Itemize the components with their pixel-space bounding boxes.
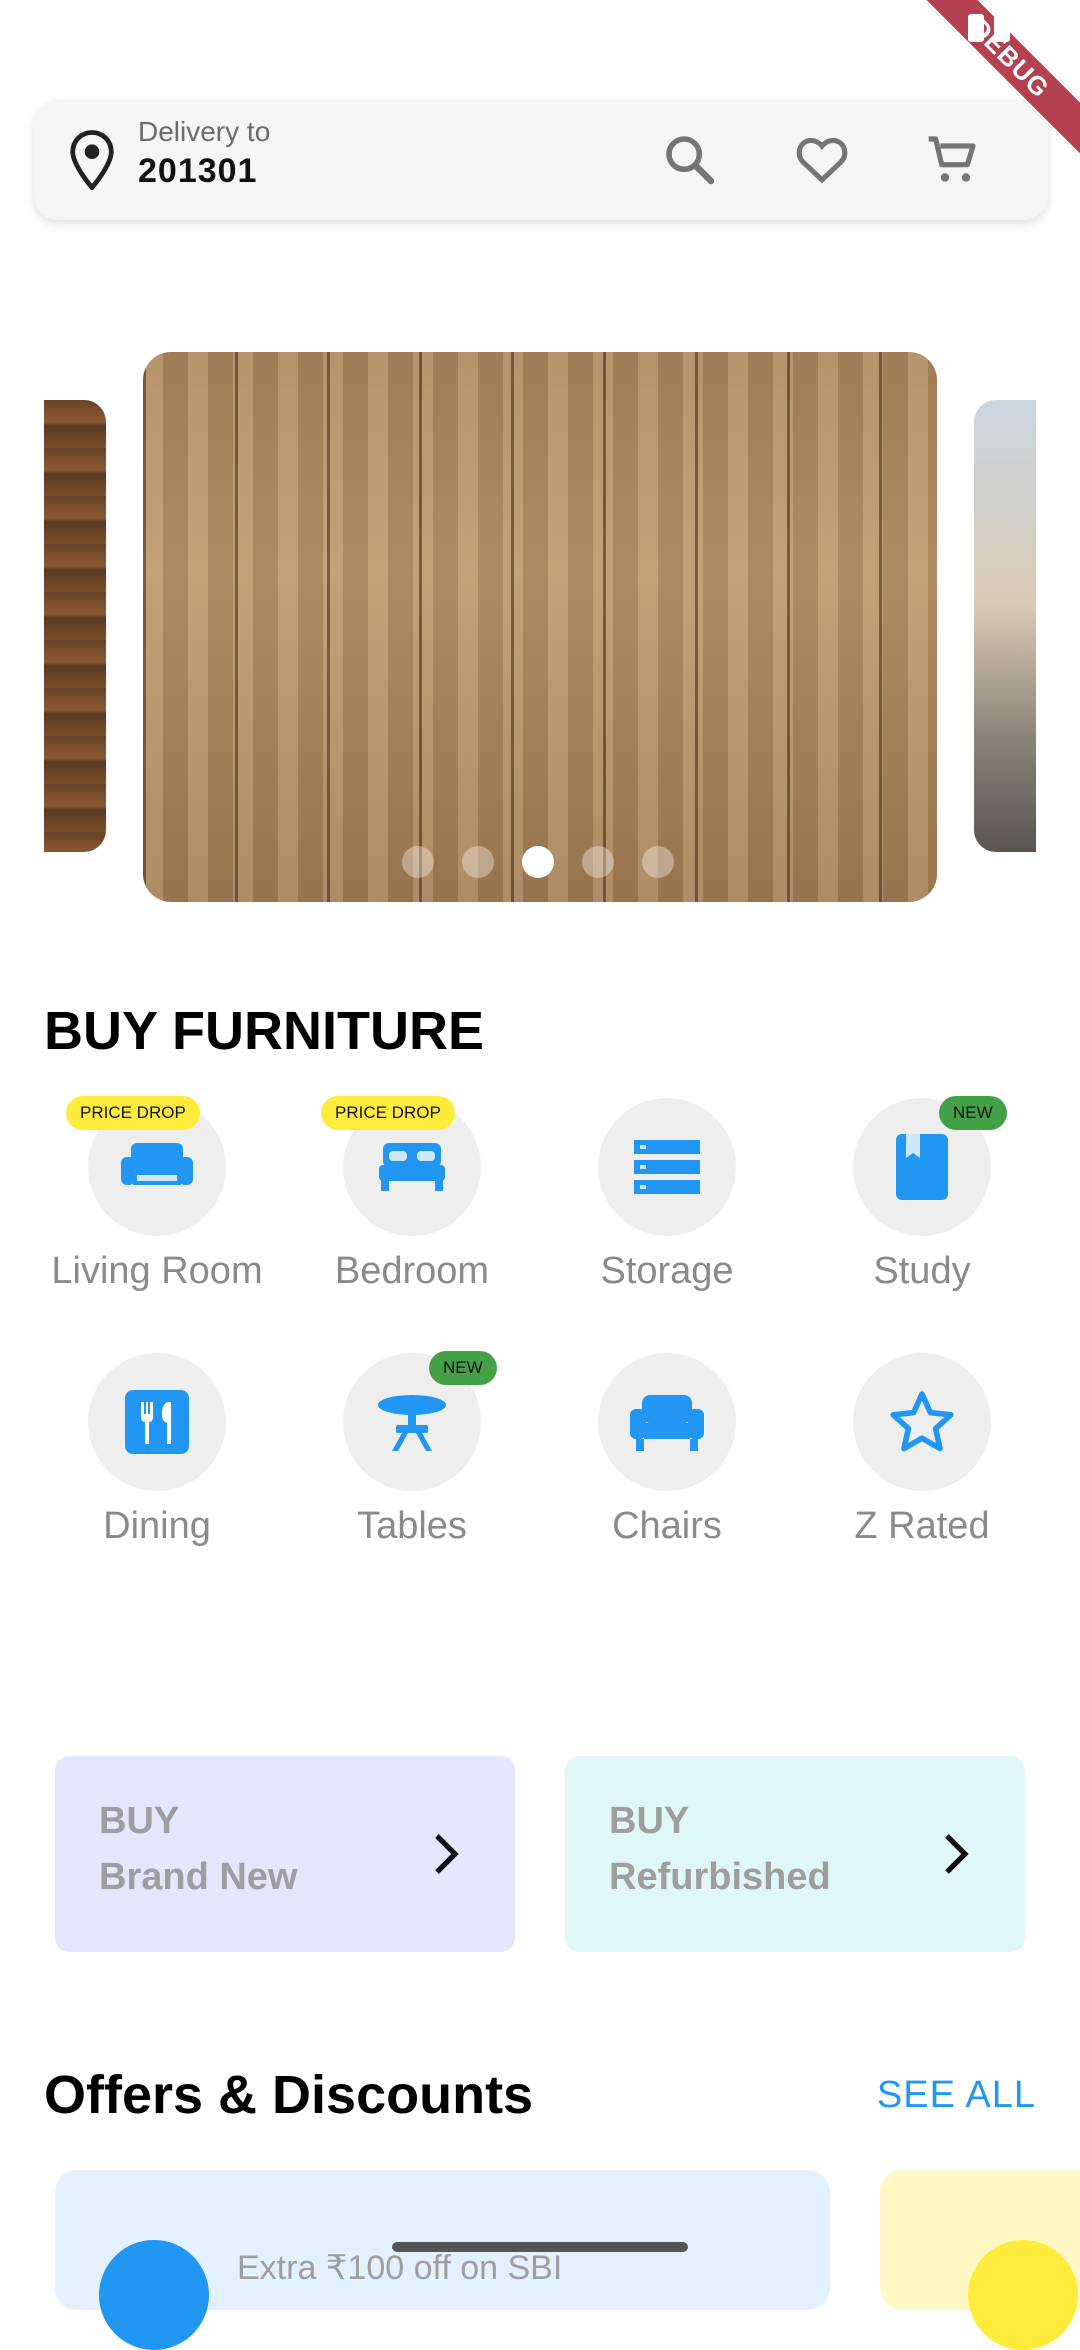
carousel-dot-active[interactable] bbox=[522, 846, 554, 878]
price-drop-badge: PRICE DROP bbox=[66, 1096, 200, 1130]
offer-card[interactable] bbox=[880, 2170, 1080, 2350]
carousel-dot[interactable] bbox=[462, 846, 494, 878]
carousel-prev-slide[interactable] bbox=[44, 400, 106, 852]
storage-icon bbox=[634, 1140, 700, 1194]
category-icon-circle bbox=[598, 1353, 736, 1491]
delivery-pincode[interactable]: 201301 bbox=[138, 152, 257, 191]
offer-card[interactable]: Extra ₹100 off on SBI bbox=[55, 2170, 830, 2350]
category-label: Z Rated bbox=[854, 1505, 990, 1547]
buy-brand-new-card[interactable]: BUY Brand New bbox=[55, 1756, 515, 1952]
cart-icon[interactable] bbox=[924, 132, 980, 188]
home-indicator[interactable] bbox=[392, 2242, 688, 2252]
sofa-icon bbox=[121, 1143, 193, 1185]
category-storage[interactable]: Storage bbox=[540, 1098, 794, 1328]
new-badge: NEW bbox=[939, 1096, 1007, 1130]
category-bedroom[interactable]: PRICE DROP Bedroom bbox=[285, 1096, 539, 1328]
carousel-dot[interactable] bbox=[642, 846, 674, 878]
chair-icon bbox=[630, 1395, 704, 1451]
category-icon-circle bbox=[598, 1098, 736, 1236]
carousel-next-slide[interactable] bbox=[974, 400, 1036, 852]
new-badge: NEW bbox=[429, 1351, 497, 1385]
offer-text: Extra ₹100 off on SBI bbox=[237, 2249, 563, 2287]
buy-card-label: BUY bbox=[609, 1800, 690, 1842]
category-label: Chairs bbox=[612, 1505, 722, 1547]
star-icon bbox=[890, 1391, 954, 1452]
category-label: Storage bbox=[600, 1250, 734, 1292]
dining-icon bbox=[125, 1390, 189, 1454]
carousel-slide-wood[interactable] bbox=[143, 352, 937, 902]
offers-title: Offers & Discounts bbox=[44, 2065, 534, 2125]
buy-card-label: BUY bbox=[99, 1800, 180, 1842]
category-icon-circle bbox=[88, 1353, 226, 1491]
chevron-right-icon bbox=[435, 1834, 459, 1874]
category-z-rated[interactable]: Z Rated bbox=[795, 1353, 1049, 1583]
category-icon-circle bbox=[853, 1353, 991, 1491]
delivery-label: Delivery to bbox=[138, 116, 271, 147]
see-all-link[interactable]: SEE ALL bbox=[877, 2074, 1036, 2117]
buy-card-subtitle: Refurbished bbox=[609, 1856, 831, 1898]
buy-refurbished-card[interactable]: BUY Refurbished bbox=[565, 1756, 1025, 1952]
bed-icon bbox=[379, 1143, 445, 1191]
category-label: Dining bbox=[103, 1505, 211, 1547]
category-living-room[interactable]: PRICE DROP Living Room bbox=[30, 1096, 284, 1328]
category-label: Study bbox=[873, 1250, 971, 1292]
card-icon bbox=[99, 2240, 209, 2350]
carousel-dot[interactable] bbox=[582, 846, 614, 878]
buy-card-subtitle: Brand New bbox=[99, 1856, 298, 1898]
chevron-right-icon bbox=[945, 1834, 969, 1874]
category-tables[interactable]: NEW Tables bbox=[285, 1351, 539, 1583]
location-pin-icon[interactable] bbox=[70, 130, 114, 190]
category-chairs[interactable]: Chairs bbox=[540, 1353, 794, 1583]
status-bar-icons bbox=[968, 14, 1010, 42]
category-label: Tables bbox=[357, 1505, 467, 1547]
carousel-dot[interactable] bbox=[402, 846, 434, 878]
heart-icon[interactable] bbox=[794, 132, 850, 188]
tag-icon bbox=[968, 2240, 1078, 2350]
category-study[interactable]: NEW Study bbox=[795, 1096, 1049, 1328]
carousel-indicators bbox=[402, 846, 674, 878]
price-drop-badge: PRICE DROP bbox=[321, 1096, 455, 1130]
delivery-header: Delivery to 201301 bbox=[34, 100, 1048, 220]
buy-furniture-title: BUY FURNITURE bbox=[44, 1001, 485, 1061]
table-icon bbox=[378, 1395, 446, 1451]
category-label: Living Room bbox=[51, 1250, 263, 1292]
category-label: Bedroom bbox=[334, 1250, 490, 1292]
category-dining[interactable]: Dining bbox=[30, 1353, 284, 1583]
search-icon[interactable] bbox=[662, 132, 718, 188]
book-icon bbox=[896, 1134, 948, 1200]
